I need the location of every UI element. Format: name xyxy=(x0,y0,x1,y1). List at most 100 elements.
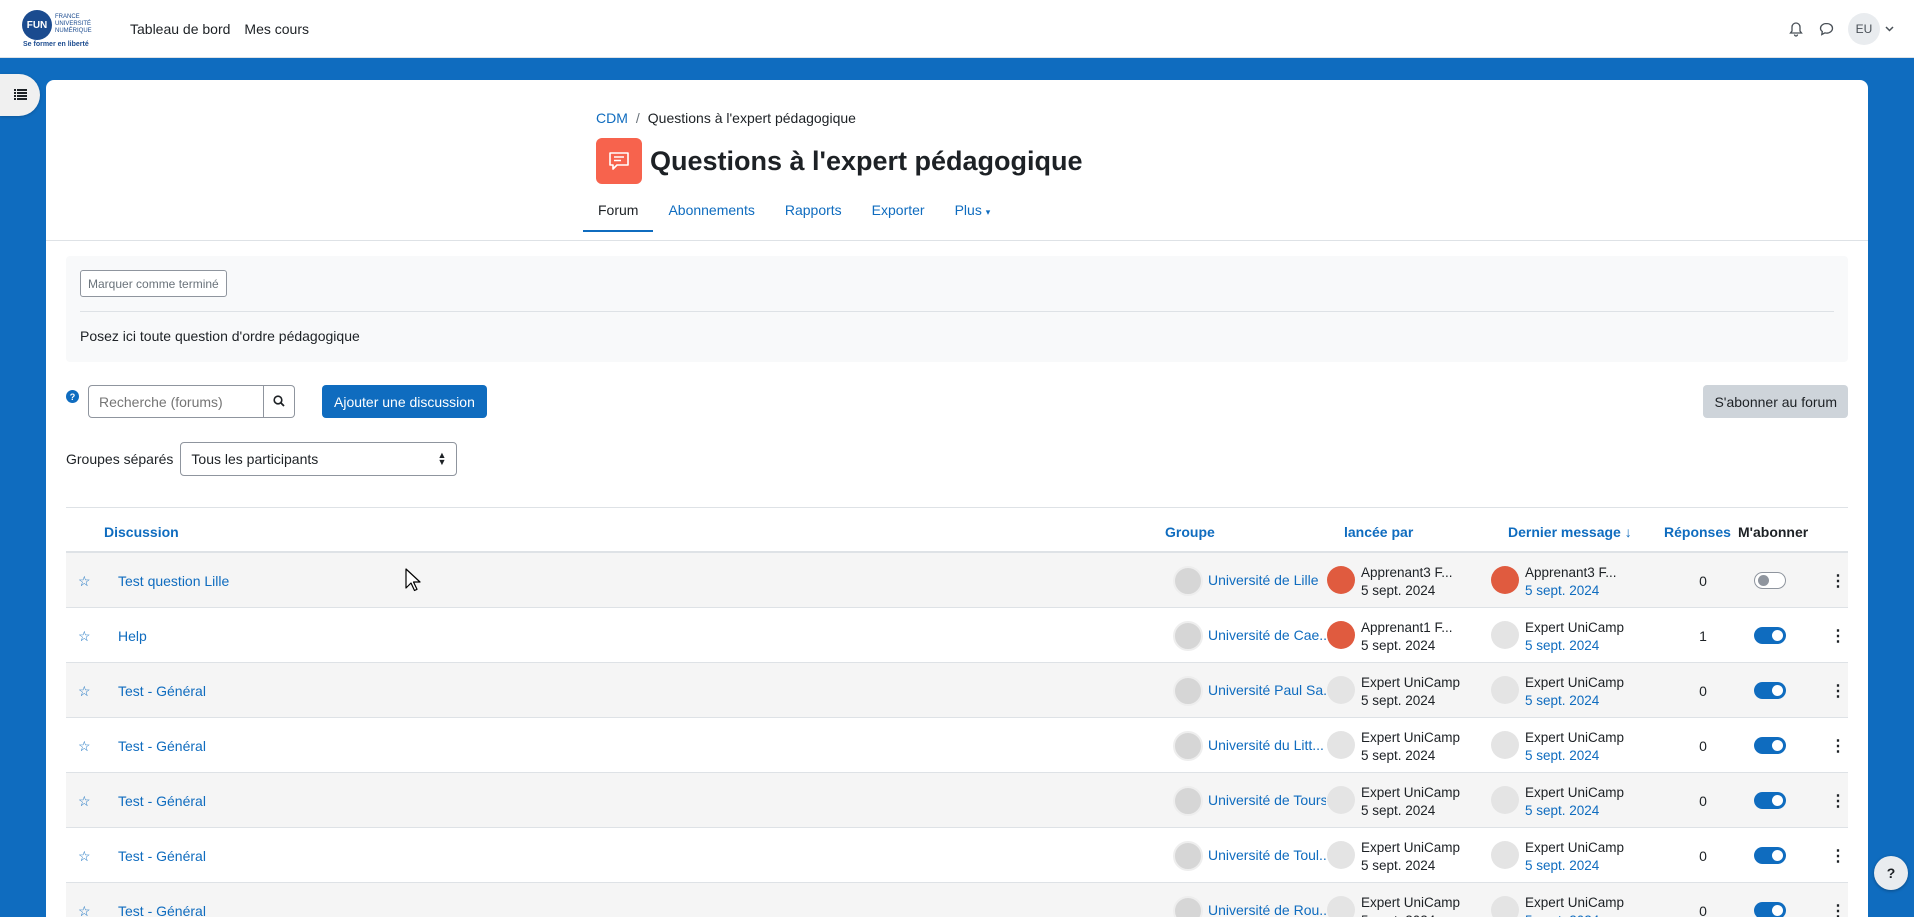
star-icon[interactable]: ☆ xyxy=(78,628,91,645)
subscribe-forum-button[interactable]: S'abonner au forum xyxy=(1703,385,1848,418)
group-name-link[interactable]: Université de Toul... xyxy=(1208,847,1326,863)
subscribe-toggle[interactable] xyxy=(1754,627,1786,644)
more-actions-icon[interactable]: ⋮ xyxy=(1830,571,1846,591)
subscribe-toggle[interactable] xyxy=(1754,572,1786,589)
last-post-author: Expert UniCamp xyxy=(1525,840,1625,855)
discussion-title-link[interactable]: Test question Lille xyxy=(118,573,229,589)
subscribe-toggle[interactable] xyxy=(1754,682,1786,699)
last-post-avatar xyxy=(1491,676,1519,704)
table-row: ☆ Test - Général Université du Litt... Expe… xyxy=(66,718,1848,773)
more-actions-icon[interactable]: ⋮ xyxy=(1830,901,1846,917)
forum-search xyxy=(88,385,295,418)
star-icon[interactable]: ☆ xyxy=(78,903,91,917)
chevron-down-icon[interactable] xyxy=(1884,21,1894,37)
table-row: ☆ Test - Général Université Paul Sa... Expe… xyxy=(66,663,1848,718)
discussion-title-link[interactable]: Test - Général xyxy=(118,793,206,809)
search-input[interactable] xyxy=(88,385,264,418)
last-post-date-link[interactable]: 5 sept. 2024 xyxy=(1525,803,1599,818)
last-post-avatar xyxy=(1491,786,1519,814)
subscribe-toggle[interactable] xyxy=(1754,847,1786,864)
mouse-cursor-icon xyxy=(405,568,421,595)
group-name-link[interactable]: Université du Litt... xyxy=(1208,737,1326,753)
group-select[interactable]: Tous les participants ▲ ▼ xyxy=(180,442,458,476)
last-post-author: Expert UniCamp xyxy=(1525,895,1625,910)
starter-name: Expert UniCamp xyxy=(1361,785,1461,800)
top-navbar: FUN FRANCE UNIVERSITÉ NUMÉRIQUE Se forme… xyxy=(0,0,1914,58)
user-avatar[interactable]: EU xyxy=(1848,13,1880,45)
group-name-link[interactable]: Université de Tours xyxy=(1208,792,1326,808)
starter-avatar xyxy=(1327,841,1355,869)
col-replies[interactable]: Réponses xyxy=(1664,524,1731,540)
tab-subscriptions[interactable]: Abonnements xyxy=(653,190,769,232)
activity-description: Posez ici toute question d'ordre pédagog… xyxy=(80,328,360,344)
more-actions-icon[interactable]: ⋮ xyxy=(1830,681,1846,701)
site-logo[interactable]: FUN FRANCE UNIVERSITÉ NUMÉRIQUE Se forme… xyxy=(22,10,92,50)
star-icon[interactable]: ☆ xyxy=(78,573,91,590)
discussion-title-link[interactable]: Test - Général xyxy=(118,683,206,699)
logo-tagline: Se former en liberté xyxy=(23,41,89,48)
tab-reports[interactable]: Rapports xyxy=(770,190,857,232)
user-nav: EU xyxy=(1788,0,1894,58)
activity-header: Marquer comme terminé Posez ici toute qu… xyxy=(66,256,1848,362)
col-discussion[interactable]: Discussion xyxy=(104,524,179,540)
starter-date: 5 sept. 2024 xyxy=(1361,858,1436,873)
breadcrumb-course[interactable]: CDM xyxy=(596,110,628,126)
col-started-by[interactable]: lancée par xyxy=(1344,524,1413,540)
more-actions-icon[interactable]: ⋮ xyxy=(1830,626,1846,646)
tab-more[interactable]: Plus ▾ xyxy=(940,190,1006,232)
more-actions-icon[interactable]: ⋮ xyxy=(1830,736,1846,756)
subscribe-toggle[interactable] xyxy=(1754,902,1786,917)
group-name-link[interactable]: Université de Rou... xyxy=(1208,902,1326,917)
group-name-link[interactable]: Université de Lille xyxy=(1208,572,1326,588)
last-post-date-link[interactable]: 5 sept. 2024 xyxy=(1525,858,1599,873)
last-post-date-link[interactable]: 5 sept. 2024 xyxy=(1525,748,1599,763)
star-icon[interactable]: ☆ xyxy=(78,683,91,700)
groups-label: Groupes séparés xyxy=(66,451,174,467)
last-post-date-link[interactable]: 5 sept. 2024 xyxy=(1525,583,1599,598)
more-actions-icon[interactable]: ⋮ xyxy=(1830,791,1846,811)
group-name-link[interactable]: Université de Cae... xyxy=(1208,627,1326,643)
discussion-title-link[interactable]: Help xyxy=(118,628,147,644)
group-icon xyxy=(1173,731,1203,761)
discussion-title-link[interactable]: Test - Général xyxy=(118,903,206,917)
mark-as-done-button[interactable]: Marquer comme terminé xyxy=(80,270,227,297)
subscribe-toggle[interactable] xyxy=(1754,792,1786,809)
messages-icon[interactable] xyxy=(1818,21,1834,37)
last-post-date-link[interactable]: 5 sept. 2024 xyxy=(1525,638,1599,653)
last-post-date-link[interactable]: 5 sept. 2024 xyxy=(1525,693,1599,708)
group-selector: Groupes séparés Tous les participants ▲ ▼ xyxy=(66,442,458,476)
help-icon[interactable]: ? xyxy=(66,390,79,403)
help-floating-button[interactable]: ? xyxy=(1874,856,1908,890)
bell-icon[interactable] xyxy=(1788,21,1804,37)
discussion-title-link[interactable]: Test - Général xyxy=(118,738,206,754)
nav-my-courses[interactable]: Mes cours xyxy=(244,21,309,37)
search-button[interactable] xyxy=(264,385,295,418)
last-post-author: Apprenant3 F... xyxy=(1525,565,1617,580)
starter-date: 5 sept. 2024 xyxy=(1361,583,1436,598)
subscribe-toggle[interactable] xyxy=(1754,737,1786,754)
star-icon[interactable]: ☆ xyxy=(78,738,91,755)
search-icon xyxy=(273,394,285,410)
tab-export[interactable]: Exporter xyxy=(857,190,940,232)
star-icon[interactable]: ☆ xyxy=(78,848,91,865)
discussion-title-link[interactable]: Test - Général xyxy=(118,848,206,864)
group-icon xyxy=(1173,786,1203,816)
starter-name: Apprenant1 F... xyxy=(1361,620,1453,635)
group-icon xyxy=(1173,566,1203,596)
main-page: CDM / Questions à l'expert pédagogique Q… xyxy=(46,80,1868,917)
last-post-date-link[interactable]: 5 sept. 2024 xyxy=(1525,913,1599,917)
course-index-toggle[interactable] xyxy=(0,74,40,116)
nav-dashboard[interactable]: Tableau de bord xyxy=(130,21,230,37)
col-last-post[interactable]: Dernier message ↓ xyxy=(1508,524,1632,540)
more-actions-icon[interactable]: ⋮ xyxy=(1830,846,1846,866)
starter-avatar xyxy=(1327,896,1355,917)
add-discussion-button[interactable]: Ajouter une discussion xyxy=(322,385,487,418)
col-group[interactable]: Groupe xyxy=(1165,524,1215,540)
star-icon[interactable]: ☆ xyxy=(78,793,91,810)
tab-forum[interactable]: Forum xyxy=(583,190,654,232)
logo-subtext: FRANCE UNIVERSITÉ NUMÉRIQUE xyxy=(55,14,92,34)
starter-date: 5 sept. 2024 xyxy=(1361,803,1436,818)
group-name-link[interactable]: Université Paul Sa... xyxy=(1208,682,1326,698)
starter-name: Expert UniCamp xyxy=(1361,675,1461,690)
table-row: ☆ Test - Général Université de Rou... Exper… xyxy=(66,883,1848,917)
